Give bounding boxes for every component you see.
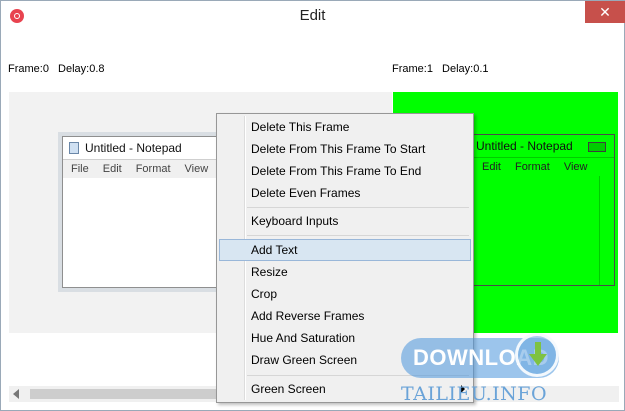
frame-info-0: Frame:0 Delay:0.8 (8, 63, 111, 75)
notepad-icon (69, 142, 79, 154)
menu-separator (247, 207, 469, 208)
menu-item-crop[interactable]: Crop (219, 283, 471, 305)
notepad-title: Untitled - Notepad (476, 139, 573, 153)
menu-item-delete-to-end[interactable]: Delete From This Frame To End (219, 160, 471, 182)
notepad-menu-file: File (71, 163, 89, 175)
notepad-menu-edit: Edit (102, 163, 122, 175)
watermark-site-text: TAILIEU.INFO (401, 383, 548, 405)
download-arrow-icon (515, 333, 559, 377)
notepad-menu-format: Format (514, 161, 550, 173)
scroll-left-icon[interactable] (13, 389, 19, 399)
notepad-menu-format: Format (135, 163, 171, 175)
notepad-menu-view: View (563, 161, 588, 173)
notepad-menu-bar: Edit Format View (474, 157, 614, 177)
notepad-text-area (474, 176, 614, 285)
edit-window: Edit ✕ Frame:0 Delay:0.8 Frame:1 Delay:0… (0, 0, 625, 411)
minimize-icon (588, 142, 606, 152)
frame-number-label: Frame:0 (8, 63, 49, 75)
menu-item-delete-even-frames[interactable]: Delete Even Frames (219, 182, 471, 204)
notepad-window-preview-green: Untitled - Notepad Edit Format View (473, 134, 615, 286)
frame-number-label: Frame:1 (392, 63, 433, 75)
frame-delay-label: Delay:0.8 (58, 63, 105, 75)
notepad-scrollbar (599, 176, 614, 285)
menu-item-keyboard-inputs[interactable]: Keyboard Inputs (219, 210, 471, 232)
frame-delay-label: Delay:0.1 (442, 63, 489, 75)
menu-item-resize[interactable]: Resize (219, 261, 471, 283)
title-bar: Edit ✕ (1, 1, 625, 32)
menu-item-add-text[interactable]: Add Text (219, 239, 471, 261)
menu-item-add-reverse-frames[interactable]: Add Reverse Frames (219, 305, 471, 327)
frame-info-1: Frame:1 Delay:0.1 (392, 63, 495, 75)
notepad-menu-edit: Edit (482, 161, 501, 173)
notepad-menu-view: View (184, 163, 209, 175)
menu-item-delete-to-start[interactable]: Delete From This Frame To Start (219, 138, 471, 160)
menu-separator (247, 235, 469, 236)
menu-item-delete-this-frame[interactable]: Delete This Frame (219, 116, 471, 138)
window-title: Edit (299, 7, 326, 24)
scrollbar-thumb[interactable] (30, 389, 225, 399)
notepad-title: Untitled - Notepad (85, 141, 182, 155)
watermark-logo: DOWNLOAD TAILIEU.INFO (401, 333, 563, 409)
close-button[interactable]: ✕ (585, 1, 625, 23)
